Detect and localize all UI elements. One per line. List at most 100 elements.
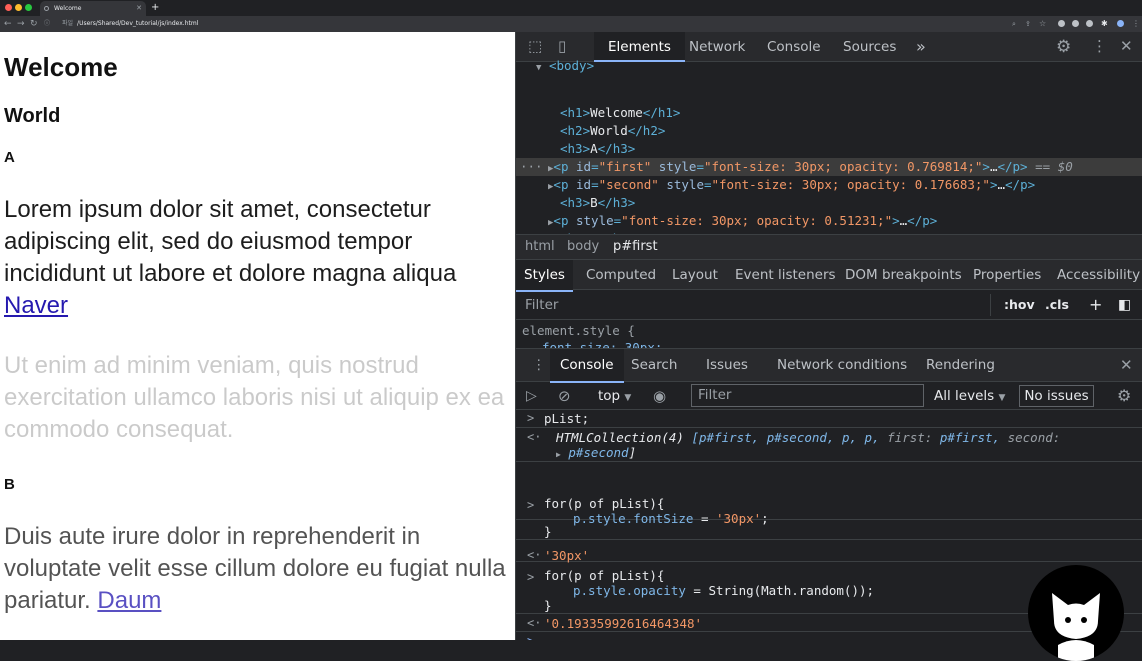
- dom-body-tag: <body>: [548, 58, 595, 73]
- back-icon[interactable]: ←: [4, 17, 12, 31]
- dom-node-p-second[interactable]: ▶<p id="second" style="font-size: 30px; …: [548, 176, 1142, 194]
- tab-dom-breakpoints[interactable]: DOM breakpoints: [845, 260, 962, 290]
- window-minimize-button[interactable]: [15, 4, 22, 11]
- heading-a: A: [4, 149, 15, 166]
- dom-node-h1[interactable]: <h1>Welcome</h1>: [560, 104, 1142, 122]
- console-settings-gear-icon[interactable]: ⚙: [1117, 382, 1131, 410]
- reload-icon[interactable]: ↻: [30, 17, 38, 31]
- console-command[interactable]: pList;: [544, 411, 589, 426]
- daum-link[interactable]: Daum: [97, 587, 161, 614]
- input-prompt-icon: >: [527, 411, 535, 425]
- breadcrumb-p-first[interactable]: p#first: [613, 235, 658, 259]
- cat-logo-icon: [1052, 593, 1100, 661]
- browser-tab-welcome[interactable]: Welcome ✕: [40, 1, 146, 16]
- tab-styles[interactable]: Styles: [516, 260, 573, 292]
- tab-layout[interactable]: Layout: [672, 260, 718, 290]
- breadcrumb-html[interactable]: html: [525, 235, 555, 259]
- element-style-selector: element.style {: [522, 323, 635, 338]
- dom-node-h2[interactable]: <h2>World</h2>: [560, 122, 1142, 140]
- dom-node-h3-b[interactable]: <h3>B</h3>: [560, 194, 1142, 212]
- window-maximize-button[interactable]: [25, 4, 32, 11]
- drawer-tab-search[interactable]: Search: [631, 349, 677, 381]
- extension-icon[interactable]: [1058, 20, 1065, 27]
- drawer-menu-icon[interactable]: ⋮: [532, 349, 546, 381]
- class-toggle[interactable]: .cls: [1045, 290, 1069, 320]
- console-entry-brace: }: [516, 520, 1142, 540]
- dom-h1-text: Welcome: [590, 105, 643, 120]
- styles-filter-input[interactable]: Filter: [525, 290, 558, 320]
- extension-icon[interactable]: [1086, 20, 1093, 27]
- result-items: [p#first, p#second, p, p,: [691, 430, 880, 445]
- result-arrow-icon: <·: [527, 616, 542, 630]
- dom-node-body[interactable]: ▼ <body>: [536, 57, 1142, 75]
- close-drawer-icon[interactable]: ✕: [1120, 349, 1133, 381]
- kebab-menu-icon[interactable]: ⋮: [1092, 37, 1107, 55]
- forward-icon[interactable]: →: [17, 17, 25, 31]
- gear-icon[interactable]: ⚙: [1056, 37, 1071, 57]
- tab-event-listeners[interactable]: Event listeners: [735, 260, 836, 290]
- expand-arrow-icon[interactable]: ▶: [556, 450, 561, 459]
- drawer-tab-console[interactable]: Console: [550, 349, 624, 383]
- tab-computed[interactable]: Computed: [586, 260, 656, 290]
- drawer-tab-rendering[interactable]: Rendering: [926, 349, 995, 381]
- console-result[interactable]: HTMLCollection(4) [p#first, p#second, p,…: [556, 430, 1060, 445]
- console-filter-input[interactable]: Filter: [691, 384, 924, 407]
- add-rule-icon[interactable]: +: [1089, 290, 1102, 320]
- chevron-down-icon: ▼: [624, 393, 632, 403]
- console-command-line[interactable]: p.style.opacity = String(Math.random());: [573, 583, 874, 598]
- browser-toolbar: ← → ↻ ⓘ 파일/Users/Shared/Dev_tutorial/js/i…: [0, 16, 1142, 32]
- channel-logo: [1028, 565, 1124, 661]
- console-result[interactable]: '30px': [544, 548, 589, 563]
- close-devtools-icon[interactable]: ✕: [1120, 37, 1133, 55]
- tab-accessibility[interactable]: Accessibility: [1057, 260, 1140, 290]
- drawer-tabs: ⋮ Console Search Issues Network conditio…: [516, 348, 1142, 383]
- console-result[interactable]: '0.19335992616464348': [544, 616, 702, 631]
- close-icon[interactable]: ✕: [136, 1, 142, 16]
- breadcrumb-body[interactable]: body: [567, 235, 599, 259]
- window-close-button[interactable]: [5, 4, 12, 11]
- input-prompt-icon: >: [527, 570, 535, 584]
- dom-p3-style: "font-size: 30px; opacity: 0.51231;": [621, 213, 893, 228]
- bookmark-star-icon[interactable]: ☆: [1039, 17, 1046, 31]
- zoom-icon[interactable]: ⌕: [1012, 17, 1016, 31]
- console-sidebar-icon[interactable]: ▷: [526, 382, 537, 410]
- dom-p2-style: "font-size: 30px; opacity: 0.176683;": [711, 177, 990, 192]
- profile-avatar[interactable]: [1117, 20, 1124, 27]
- eye-icon[interactable]: ◉: [653, 382, 666, 410]
- share-icon[interactable]: ⇪: [1025, 17, 1031, 31]
- result-key: second:: [1007, 430, 1061, 445]
- dom-node-p-third[interactable]: ▶<p style="font-size: 30px; opacity: 0.5…: [548, 212, 1142, 230]
- drawer-tab-issues[interactable]: Issues: [706, 349, 748, 381]
- hover-state-toggle[interactable]: :hov: [1004, 290, 1035, 320]
- console-command-line[interactable]: for(p of pList){: [544, 568, 664, 583]
- node-actions-icon[interactable]: ···: [520, 158, 543, 176]
- extension-icon[interactable]: [1072, 20, 1079, 27]
- dom-node-h3-a[interactable]: <h3>A</h3>: [560, 140, 1142, 158]
- element-style-property[interactable]: font-size: 30px;: [542, 340, 662, 348]
- drawer-tab-network-conditions[interactable]: Network conditions: [777, 349, 907, 381]
- console-toolbar: ▷ ⊘ top ▼ ◉ Filter All levels ▼ No issue…: [516, 382, 1142, 410]
- console-command-line[interactable]: for(p of pList){: [544, 496, 664, 511]
- console-command-line: }: [544, 598, 552, 613]
- device-toolbar-icon[interactable]: ▯: [558, 37, 566, 55]
- expanded-arrow-icon[interactable]: ▼: [536, 63, 541, 73]
- result-key: first:: [887, 430, 933, 445]
- puzzle-icon[interactable]: ✱: [1101, 17, 1108, 31]
- clear-console-icon[interactable]: ⊘: [558, 382, 571, 410]
- input-prompt-icon: >: [527, 498, 535, 512]
- dom-node-p-first[interactable]: ··· ▶<p id="first" style="font-size: 30p…: [516, 158, 1142, 176]
- inspect-element-icon[interactable]: ⬚: [528, 37, 542, 55]
- menu-kebab-icon[interactable]: ⋮: [1132, 17, 1140, 31]
- log-levels-dropdown[interactable]: All levels ▼: [934, 382, 1005, 412]
- new-tab-button[interactable]: +: [151, 1, 159, 14]
- paragraph-third-text: Duis aute irure dolor in reprehenderit i…: [4, 523, 506, 614]
- issues-button[interactable]: No issues: [1019, 385, 1094, 407]
- sidebar-toggle-icon[interactable]: ◧: [1118, 290, 1131, 320]
- dom-h3a-text: A: [590, 141, 598, 156]
- context-selector[interactable]: top ▼: [598, 382, 631, 412]
- code-property: p.style.opacity: [573, 583, 686, 598]
- address-bar[interactable]: ⓘ 파일/Users/Shared/Dev_tutorial/js/index.h…: [44, 18, 1054, 30]
- divider: [990, 294, 991, 316]
- tab-properties[interactable]: Properties: [973, 260, 1041, 290]
- naver-link[interactable]: Naver: [4, 292, 68, 319]
